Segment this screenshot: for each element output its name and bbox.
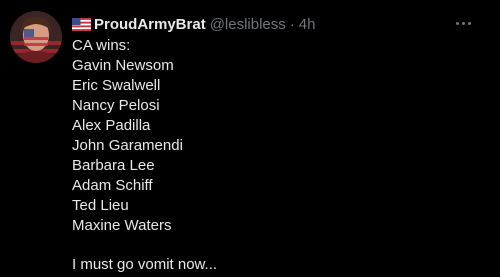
separator-dot: · [289, 15, 295, 33]
tweet[interactable]: ProudArmyBrat @leslibless · 4h CA wins: … [0, 0, 500, 277]
tweet-line: Ted Lieu [72, 197, 129, 214]
tweet-line: John Garamendi [72, 137, 183, 154]
tweet-header: ProudArmyBrat @leslibless · 4h [72, 13, 315, 35]
tweet-line: CA wins: [72, 37, 131, 54]
tweet-line: Gavin Newsom [72, 57, 174, 74]
tweet-line: Nancy Pelosi [72, 97, 160, 114]
tweet-text: CA wins: Gavin Newsom Eric Swalwell Nanc… [72, 36, 217, 275]
tweet-line: Maxine Waters [72, 217, 172, 234]
avatar[interactable] [10, 11, 62, 63]
timestamp[interactable]: 4h [299, 16, 316, 33]
tweet-closing-line: I must go vomit now... [72, 256, 218, 273]
display-name[interactable]: ProudArmyBrat [94, 16, 206, 33]
tweet-line: Alex Padilla [72, 117, 151, 134]
tweet-line: Barbara Lee [72, 157, 155, 174]
more-options-icon[interactable] [452, 14, 474, 32]
tweet-line: Adam Schiff [72, 177, 153, 194]
user-handle[interactable]: @leslibless [210, 16, 286, 33]
tweet-line: Eric Swalwell [72, 77, 161, 94]
us-flag-icon [72, 17, 91, 31]
